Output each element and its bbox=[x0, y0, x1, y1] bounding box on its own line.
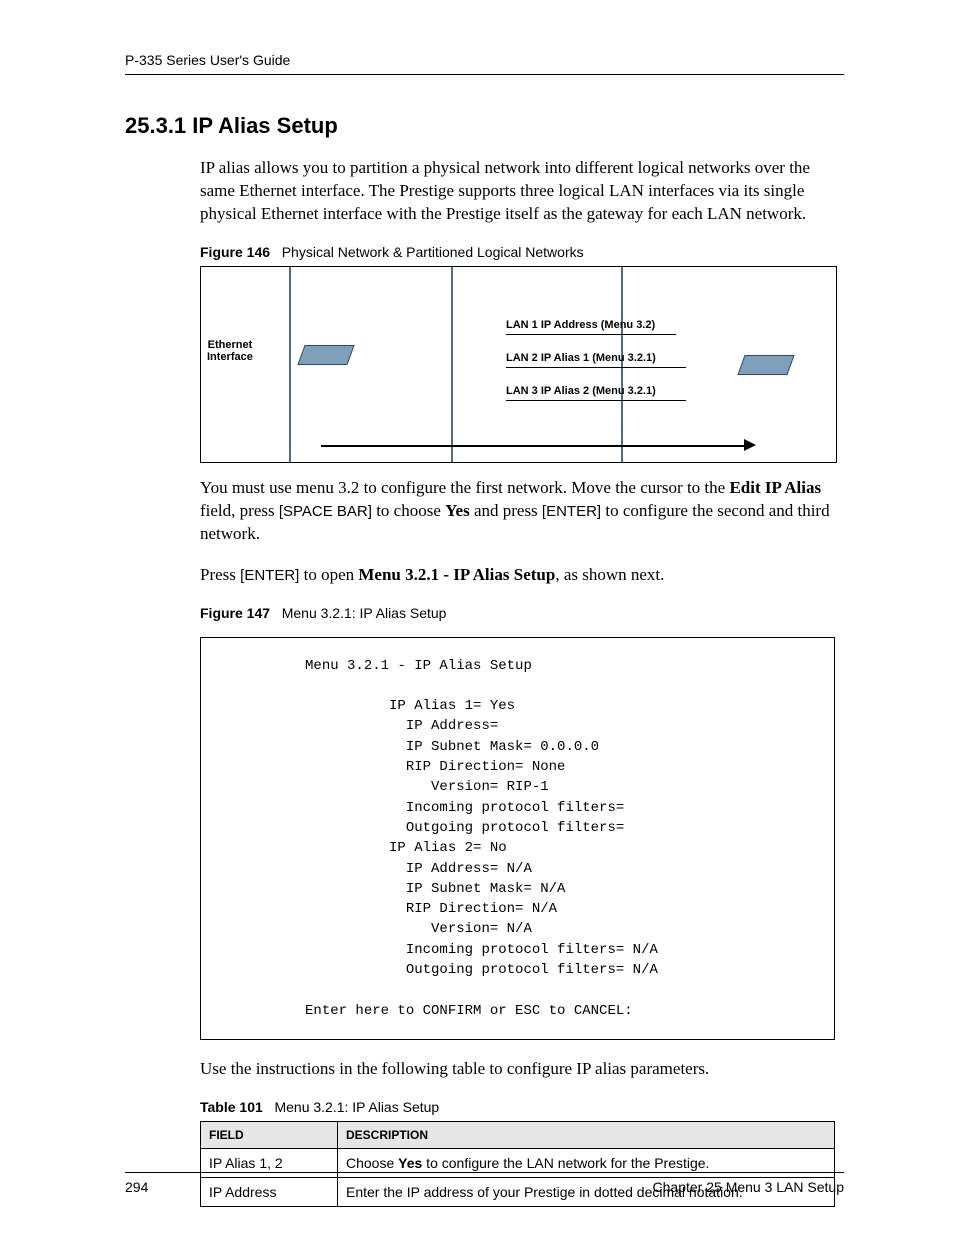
text-run: to choose bbox=[372, 501, 445, 520]
figure-147-label: Figure 147 bbox=[200, 605, 270, 621]
keycap: [ENTER] bbox=[240, 567, 299, 584]
figure-147-caption: Figure 147 Menu 3.2.1: IP Alias Setup bbox=[200, 605, 844, 621]
figure-146-caption: Figure 146 Physical Network & Partitione… bbox=[200, 244, 844, 260]
arrow-head-icon bbox=[744, 439, 756, 451]
text-run: Choose bbox=[346, 1155, 398, 1171]
text-bold: Menu 3.2.1 - IP Alias Setup bbox=[358, 565, 555, 584]
network-node-icon bbox=[297, 345, 354, 365]
arrow-line bbox=[321, 445, 746, 447]
paragraph-intro: IP alias allows you to partition a physi… bbox=[200, 157, 844, 226]
text-bold: Yes bbox=[398, 1155, 422, 1171]
keycap: [SPACE BAR] bbox=[279, 503, 372, 520]
text-run: to configure the LAN network for the Pre… bbox=[422, 1155, 709, 1171]
running-header: P-335 Series User's Guide bbox=[125, 52, 844, 75]
ethernet-interface-label: Ethernet Interface bbox=[207, 339, 253, 364]
page-footer: 294 Chapter 25 Menu 3 LAN Setup bbox=[125, 1172, 844, 1195]
text-run: Press bbox=[200, 565, 240, 584]
diagram-vline bbox=[621, 267, 623, 462]
paragraph-open-menu: Press [ENTER] to open Menu 3.2.1 - IP Al… bbox=[200, 564, 844, 587]
section-heading: 25.3.1 IP Alias Setup bbox=[125, 113, 844, 139]
table-header-description: DESCRIPTION bbox=[338, 1121, 835, 1148]
table-101-title: Menu 3.2.1: IP Alias Setup bbox=[274, 1099, 439, 1115]
chapter-title: Chapter 25 Menu 3 LAN Setup bbox=[653, 1179, 844, 1195]
diagram-underline bbox=[506, 334, 676, 335]
figure-146-diagram: Ethernet Interface LAN 1 IP Address (Men… bbox=[200, 266, 837, 463]
table-101-caption: Table 101 Menu 3.2.1: IP Alias Setup bbox=[200, 1099, 844, 1115]
lan1-label: LAN 1 IP Address (Menu 3.2) bbox=[506, 319, 655, 331]
table-101-label: Table 101 bbox=[200, 1099, 263, 1115]
lan3-label: LAN 3 IP Alias 2 (Menu 3.2.1) bbox=[506, 385, 656, 397]
text-run: You must use menu 3.2 to configure the f… bbox=[200, 478, 729, 497]
text-run: , as shown next. bbox=[555, 565, 664, 584]
diagram-vline bbox=[451, 267, 453, 462]
paragraph-instructions: Use the instructions in the following ta… bbox=[200, 1058, 844, 1081]
network-node-icon bbox=[737, 355, 794, 375]
keycap: [ENTER] bbox=[542, 503, 601, 520]
paragraph-config-first: You must use menu 3.2 to configure the f… bbox=[200, 477, 844, 546]
text-run: field, press bbox=[200, 501, 279, 520]
text-bold: Yes bbox=[445, 501, 470, 520]
table-header-field: FIELD bbox=[201, 1121, 338, 1148]
figure-146-title: Physical Network & Partitioned Logical N… bbox=[282, 244, 584, 260]
diagram-underline bbox=[506, 367, 686, 368]
lan2-label: LAN 2 IP Alias 1 (Menu 3.2.1) bbox=[506, 352, 656, 364]
text-run: to open bbox=[299, 565, 358, 584]
diagram-underline bbox=[506, 400, 686, 401]
text-bold: Edit IP Alias bbox=[729, 478, 821, 497]
table-header-row: FIELD DESCRIPTION bbox=[201, 1121, 835, 1148]
text-run: and press bbox=[470, 501, 542, 520]
figure-146-label: Figure 146 bbox=[200, 244, 270, 260]
diagram-vline bbox=[289, 267, 291, 462]
page-number: 294 bbox=[125, 1179, 148, 1195]
ethernet-label-line: Ethernet bbox=[208, 339, 253, 351]
menu-screenshot: Menu 3.2.1 - IP Alias Setup IP Alias 1= … bbox=[200, 637, 835, 1040]
ethernet-label-line: Interface bbox=[207, 351, 253, 363]
figure-147-title: Menu 3.2.1: IP Alias Setup bbox=[282, 605, 447, 621]
